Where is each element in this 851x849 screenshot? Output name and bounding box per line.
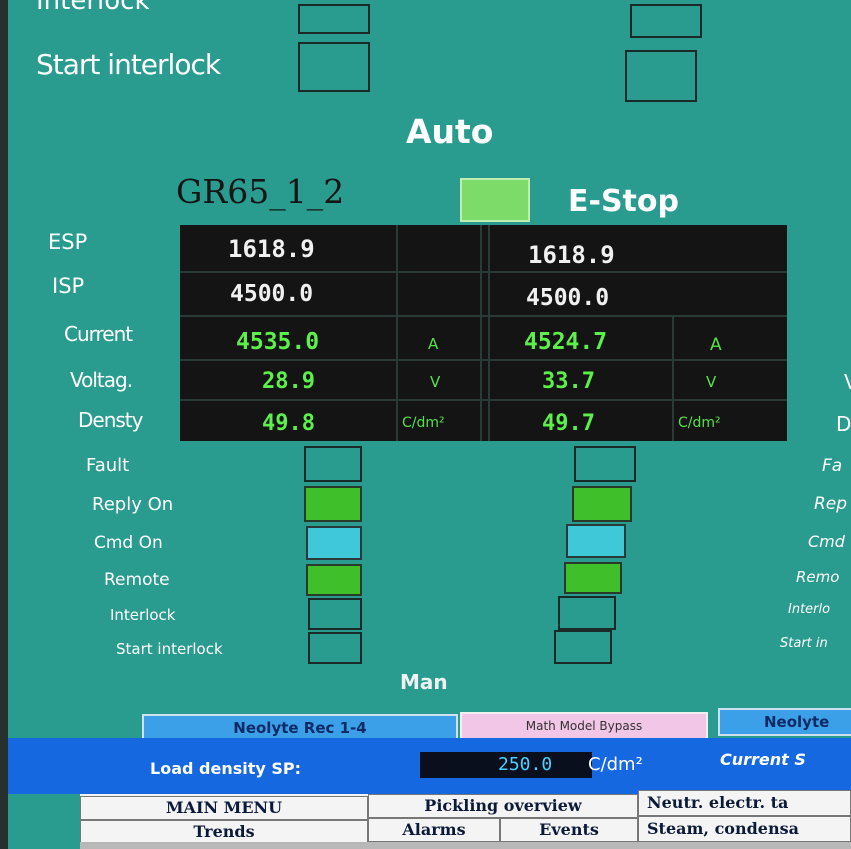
row-label-current: Current xyxy=(64,322,133,346)
interlock-label-top: Interlock xyxy=(36,0,150,16)
row-label-density: Densty xyxy=(78,408,143,432)
cmd-on-label-right-cut: Cmd xyxy=(808,532,845,551)
steam-condensate-button[interactable]: Steam, condensa xyxy=(638,816,851,842)
mode-auto-label: Auto xyxy=(406,112,494,151)
fault-label-right-cut: Fa xyxy=(822,456,843,476)
reply-on-label: Reply On xyxy=(92,494,174,515)
reply-on-indicator-right xyxy=(572,486,632,522)
current-unit-left: A xyxy=(428,335,439,353)
monitor-bezel xyxy=(0,0,8,849)
pickling-overview-button[interactable]: Pickling overview xyxy=(368,794,638,818)
fault-indicator-left xyxy=(304,446,362,482)
start-interlock-label-top: Start interlock xyxy=(36,48,221,81)
current-sp-label-cut: Current S xyxy=(720,750,806,769)
load-density-value: 250.0 xyxy=(498,754,553,775)
current-unit-right: A xyxy=(710,335,722,355)
remote-indicator-left xyxy=(306,564,362,596)
neutr-electr-button[interactable]: Neutr. electr. ta xyxy=(638,790,851,816)
density-value-left: 49.8 xyxy=(262,411,315,436)
row-label-isp: ISP xyxy=(52,274,85,298)
start-interlock-indicator-right xyxy=(554,630,612,664)
load-density-unit: C/dm² xyxy=(588,754,643,775)
voltage-unit-right: V xyxy=(706,373,717,391)
hmi-screen: Interlock Start interlock Auto GR65_1_2 … xyxy=(8,0,851,849)
voltage-value-right: 33.7 xyxy=(542,369,595,394)
row-label-voltage-right-cut: V xyxy=(844,370,851,394)
load-density-label: Load density SP: xyxy=(150,759,302,778)
cmd-on-indicator-right xyxy=(566,524,626,558)
isp-value-left: 4500.0 xyxy=(230,281,314,307)
trends-button[interactable]: Trends xyxy=(80,820,368,844)
estop-label: E-Stop xyxy=(568,184,679,219)
taskbar-strip xyxy=(80,842,851,849)
interlock-indicator-left xyxy=(308,598,362,630)
interlock-indicator-top-right xyxy=(630,4,702,38)
interlock-label-right-cut: Interlo xyxy=(788,602,831,617)
remote-label: Remote xyxy=(104,570,170,590)
current-value-left: 4535.0 xyxy=(236,329,320,355)
alarms-button[interactable]: Alarms xyxy=(368,818,500,842)
cmd-on-indicator-left xyxy=(306,526,362,560)
process-value-table: 1618.9 1618.9 4500.0 4500.0 4535.0 A 452… xyxy=(180,225,787,441)
reply-on-label-right-cut: Rep xyxy=(814,494,848,514)
main-menu-button[interactable]: MAIN MENU xyxy=(80,796,368,820)
fault-indicator-right xyxy=(574,446,636,482)
interlock-indicator-right xyxy=(558,596,616,630)
start-interlock-indicator-top-right xyxy=(625,50,697,102)
row-label-voltage: Voltag. xyxy=(70,368,133,392)
estop-indicator xyxy=(460,178,530,222)
current-value-right: 4524.7 xyxy=(524,329,608,355)
isp-value-right: 4500.0 xyxy=(526,285,610,311)
esp-value-right: 1618.9 xyxy=(528,241,615,269)
density-unit-left: C/dm² xyxy=(402,415,445,431)
voltage-unit-left: V xyxy=(430,373,441,391)
unit-name: GR65_1_2 xyxy=(176,172,345,211)
interlock-label: Interlock xyxy=(110,606,176,624)
reply-on-indicator-left xyxy=(304,486,362,522)
mode-man-label: Man xyxy=(400,670,448,694)
cmd-on-label: Cmd On xyxy=(94,533,163,553)
esp-value-left: 1618.9 xyxy=(228,235,315,263)
density-value-right: 49.7 xyxy=(542,411,595,436)
density-unit-right: C/dm² xyxy=(678,415,721,431)
events-button[interactable]: Events xyxy=(500,818,638,842)
start-interlock-label: Start interlock xyxy=(116,640,223,658)
interlock-indicator-top-left xyxy=(298,4,370,34)
fault-label: Fault xyxy=(86,455,130,476)
voltage-value-left: 28.9 xyxy=(262,369,315,394)
start-interlock-indicator-left xyxy=(308,632,362,664)
remote-label-right-cut: Remo xyxy=(796,568,840,586)
row-label-esp: ESP xyxy=(48,230,88,254)
neolyte-button-right[interactable]: Neolyte xyxy=(718,708,851,736)
math-model-bypass-button[interactable]: Math Model Bypass xyxy=(460,712,708,740)
start-interlock-label-right-cut: Start in xyxy=(780,636,828,651)
start-interlock-indicator-top-left xyxy=(298,42,370,92)
row-label-density-right-cut: D xyxy=(836,412,851,436)
remote-indicator-right xyxy=(564,562,622,594)
